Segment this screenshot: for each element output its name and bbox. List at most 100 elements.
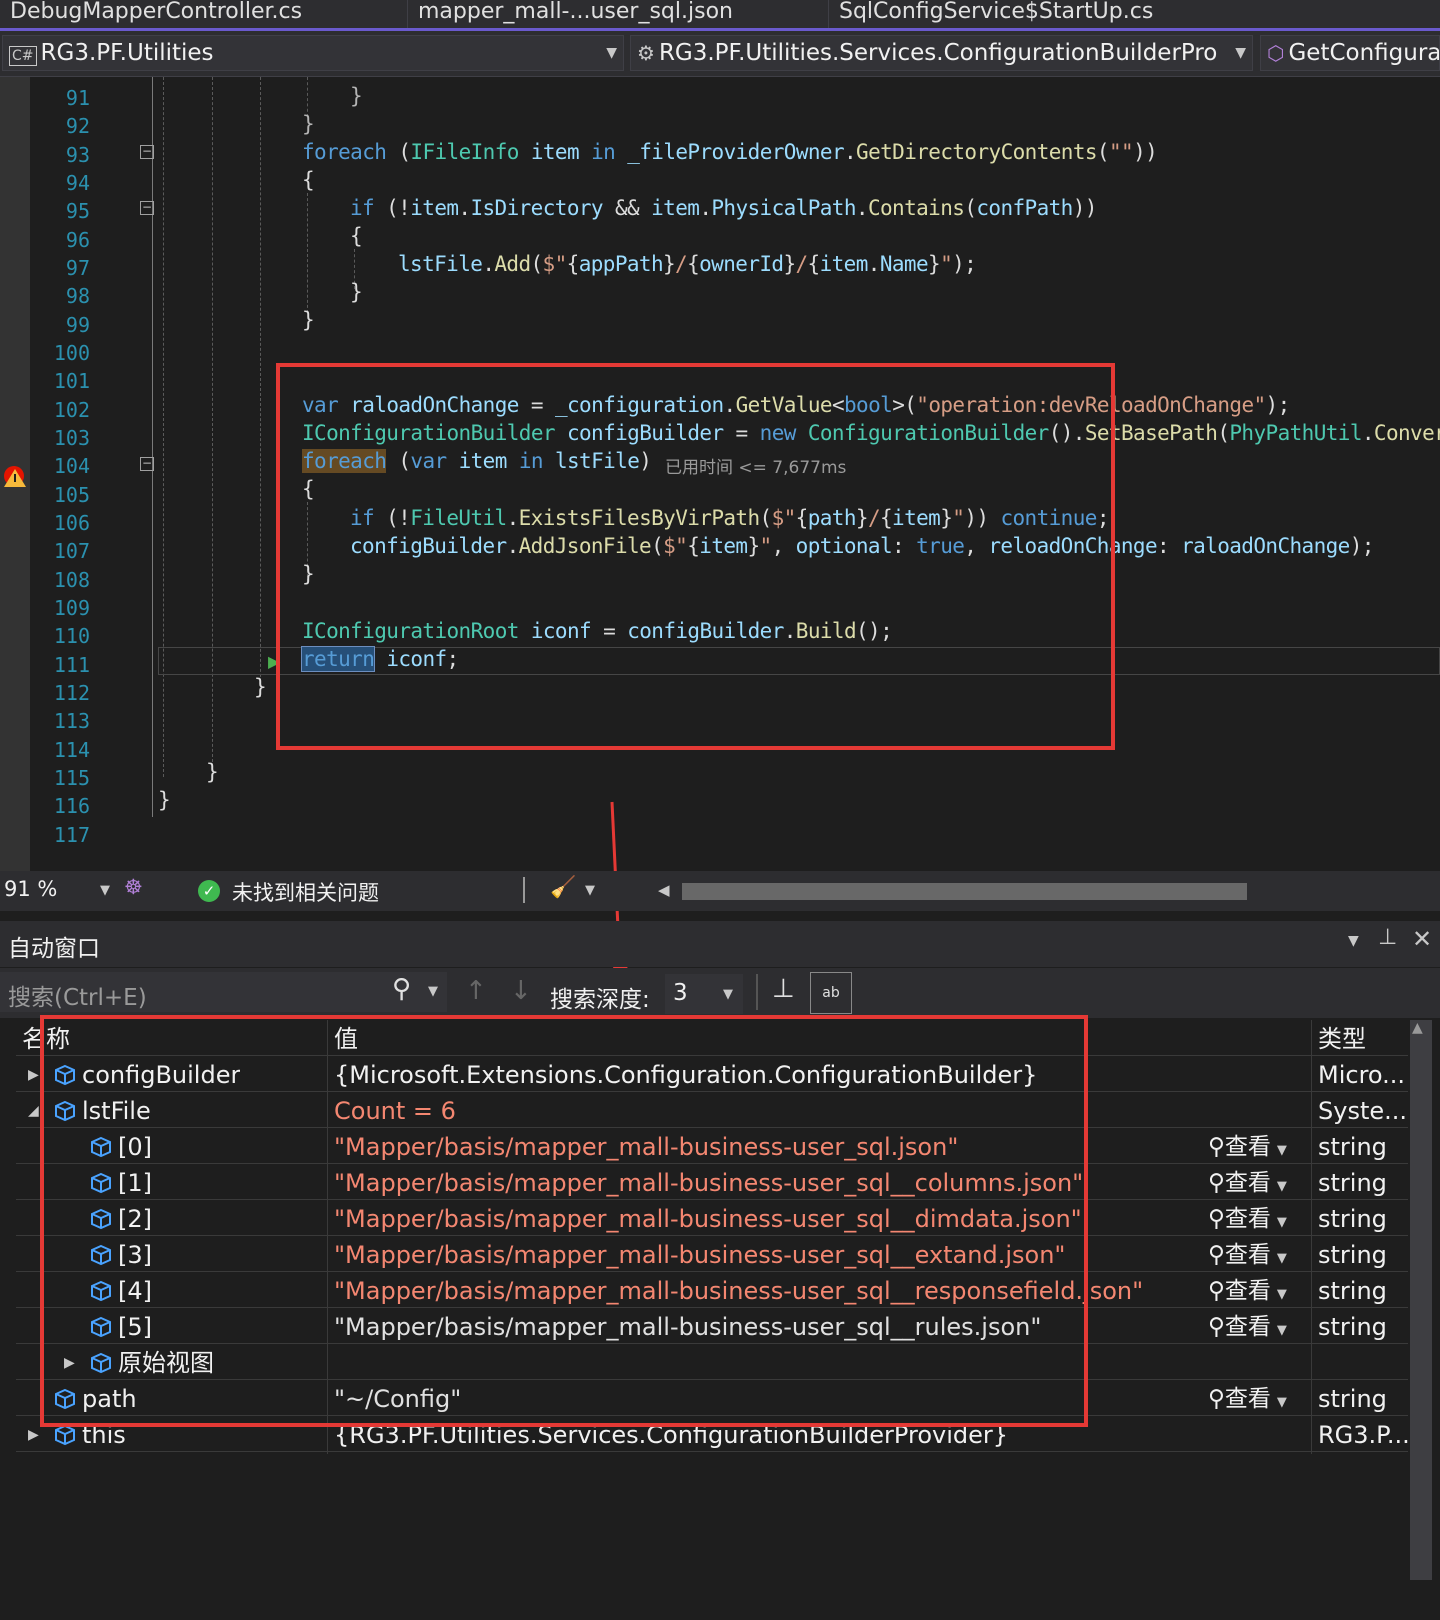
search-next-arrow-icon[interactable]: ↓ <box>510 976 532 1006</box>
code-line-99: } <box>302 308 315 332</box>
pin-watch-icon[interactable]: ⊥ <box>772 974 795 1004</box>
search-icon[interactable]: ⚲ <box>392 974 411 1004</box>
tab-label: SqlConfigService$StartUp.cs <box>839 0 1154 24</box>
chevron-down-icon: ▼ <box>723 987 733 1002</box>
autos-grid: 名称 值 类型 ▶ configBuilder {Microsoft.Extensi… <box>16 1015 1432 1620</box>
chevron-down-icon: ▼ <box>1276 1395 1287 1410</box>
line-number: 99 <box>65 312 90 337</box>
method-cube-icon: ⬡ <box>1267 41 1285 65</box>
search-previous-arrow-icon[interactable]: ↑ <box>465 976 487 1006</box>
view-visualizer-button[interactable]: ⚲查看 ▼ <box>1208 1164 1287 1200</box>
autos-search-box[interactable]: 搜索(Ctrl+E) ⚲ ▼ <box>0 972 447 1012</box>
line-number: 112 <box>53 680 90 705</box>
line-number: 106 <box>53 510 90 535</box>
view-label: 查看 <box>1224 1134 1271 1160</box>
pin-icon[interactable]: ⊥ <box>1378 925 1397 950</box>
search-input[interactable]: 搜索(Ctrl+E) <box>8 978 147 1012</box>
code-line-97: lstFile.Add($"{appPath}/{ownerId}/{item.… <box>398 252 977 276</box>
expanded-arrow-icon[interactable]: ◢ <box>28 1092 39 1130</box>
line-number: 109 <box>53 595 90 620</box>
zoom-level[interactable]: 91 % <box>4 877 57 901</box>
line-number: 100 <box>53 340 90 365</box>
class-dropdown[interactable]: ⚙ RG3.PF.Utilities.Services.Configuration… <box>630 35 1253 71</box>
close-icon[interactable]: ✕ <box>1412 925 1432 953</box>
view-visualizer-button[interactable]: ⚲查看 ▼ <box>1208 1236 1287 1272</box>
chevron-down-icon: ▼ <box>606 45 617 61</box>
chevron-down-icon[interactable]: ▼ <box>428 984 438 999</box>
line-number: 92 <box>65 114 90 139</box>
view-label: 查看 <box>1224 1170 1271 1196</box>
line-number: 113 <box>53 709 90 734</box>
collapse-toggle[interactable]: − <box>140 457 154 471</box>
line-number: 93 <box>65 142 90 167</box>
chevron-down-icon[interactable]: ▼ <box>100 883 110 898</box>
check-circle-icon: ✓ <box>198 880 220 902</box>
view-visualizer-button[interactable]: ⚲查看 ▼ <box>1208 1308 1287 1344</box>
scroll-up-icon[interactable]: ▲ <box>1412 1020 1423 1036</box>
tab-mapper-json[interactable]: mapper_mall-...user_sql.json <box>407 0 825 28</box>
variable-type: Syste... <box>1318 1097 1408 1125</box>
class-name: RG3.PF.Utilities.Services.ConfigurationB… <box>658 40 1218 66</box>
collapse-toggle[interactable]: − <box>140 201 154 215</box>
variable-type: string <box>1318 1169 1387 1197</box>
chevron-down-icon: ▼ <box>1276 1251 1287 1266</box>
code-line-98: } <box>350 280 363 304</box>
annotation-box-autos <box>40 1015 1088 1427</box>
horizontal-scrollbar-thumb[interactable] <box>682 883 1247 900</box>
view-visualizer-button[interactable]: ⚲查看 ▼ <box>1208 1200 1287 1236</box>
member-dropdown[interactable]: ⬡ GetConfigura <box>1260 35 1440 71</box>
divider <box>756 974 758 1010</box>
line-number: 94 <box>65 170 90 195</box>
collapse-toggle[interactable]: − <box>140 145 154 159</box>
variable-type: Micro... <box>1318 1061 1406 1089</box>
code-line-91: } <box>350 84 363 108</box>
project-dropdown[interactable]: C# RG3.PF.Utilities ▼ <box>2 35 624 71</box>
line-number: 116 <box>53 794 90 819</box>
tab-debug-mapper-controller[interactable]: DebugMapperController.cs <box>0 0 405 28</box>
view-visualizer-button[interactable]: ⚲查看 ▼ <box>1208 1272 1287 1308</box>
view-visualizer-button[interactable]: ⚲查看 ▼ <box>1208 1380 1287 1416</box>
code-line-92: } <box>302 112 315 136</box>
expand-arrow-icon[interactable]: ▶ <box>28 1056 39 1094</box>
line-number: 117 <box>53 822 90 847</box>
line-number: 114 <box>53 737 90 762</box>
vertical-scrollbar[interactable] <box>1410 1020 1432 1580</box>
code-cleanup-icon[interactable]: 🧹 <box>550 875 576 900</box>
tab-label: mapper_mall-...user_sql.json <box>418 0 733 24</box>
column-header-type[interactable]: 类型 <box>1318 1020 1366 1056</box>
project-name: RG3.PF.Utilities <box>40 40 214 66</box>
search-depth-dropdown[interactable]: 3 ▼ <box>665 974 743 1014</box>
intellicode-icon[interactable]: ☸ <box>124 875 143 899</box>
tab-sql-config-service[interactable]: SqlConfigService$StartUp.cs <box>828 0 1248 28</box>
hex-display-toggle-icon[interactable]: ab <box>810 972 852 1014</box>
column-divider <box>1311 1020 1312 1454</box>
variable-type: string <box>1318 1205 1387 1233</box>
document-tab-bar: DebugMapperController.cs mapper_mall-...… <box>0 0 1440 31</box>
code-editor[interactable]: 91 92 93 94 95 96 97 98 99 100 101 102 103 104 105 106 1… <box>0 77 1440 871</box>
breakpoint-warning-icon[interactable] <box>2 463 28 489</box>
outline-guide <box>152 77 153 817</box>
issues-status[interactable]: 未找到相关问题 <box>232 877 379 907</box>
class-icon: ⚙ <box>637 41 655 65</box>
line-number: 105 <box>53 482 90 507</box>
indent-guide <box>260 77 261 697</box>
code-line-94: { <box>302 168 315 192</box>
tab-label: DebugMapperController.cs <box>10 0 303 24</box>
scroll-left-icon[interactable]: ◀ <box>658 881 670 899</box>
line-number: 104 <box>53 454 90 479</box>
line-number: 107 <box>53 539 90 564</box>
chevron-down-icon: ▼ <box>1276 1179 1287 1194</box>
view-label: 查看 <box>1224 1278 1271 1304</box>
chevron-down-icon[interactable]: ▼ <box>585 883 595 898</box>
magnifier-icon: ⚲ <box>1208 1170 1225 1196</box>
line-number: 103 <box>53 425 90 450</box>
line-number: 95 <box>65 199 90 224</box>
line-number: 111 <box>53 652 90 677</box>
view-visualizer-button[interactable]: ⚲查看 ▼ <box>1208 1128 1287 1164</box>
search-depth-value: 3 <box>673 980 688 1006</box>
editor-status-bar: 91 % ▼ ☸ ✓ 未找到相关问题 🧹 ▼ ◀ <box>0 871 1440 911</box>
window-menu-chevron-icon[interactable]: ▼ <box>1348 933 1359 949</box>
chevron-down-icon: ▼ <box>1276 1287 1287 1302</box>
expand-arrow-icon[interactable]: ▶ <box>28 1416 39 1454</box>
indent-guide <box>307 193 308 313</box>
